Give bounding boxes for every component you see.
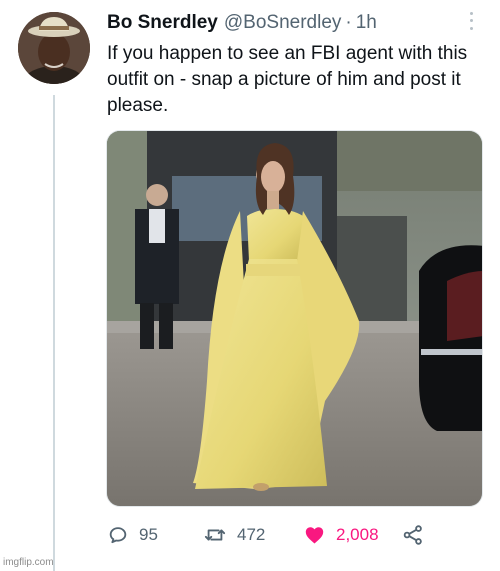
thread-line xyxy=(53,95,55,571)
tweet-text: If you happen to see an FBI agent with t… xyxy=(107,43,468,116)
reply-button[interactable]: 95 xyxy=(107,522,158,548)
like-count: 2,008 xyxy=(336,525,379,544)
retweet-button[interactable]: 472 xyxy=(203,522,265,548)
tweet-actions: 95 472 2,008 xyxy=(107,522,437,548)
watermark: imgflip.com xyxy=(3,557,54,568)
avatar-image xyxy=(18,12,90,84)
heart-icon xyxy=(305,527,324,544)
retweet-count: 472 xyxy=(237,525,266,544)
tweet-photo[interactable] xyxy=(106,130,483,507)
like-button[interactable]: 2,008 xyxy=(303,522,379,548)
user-handle[interactable]: @BoSnerdley xyxy=(224,12,342,34)
avatar[interactable] xyxy=(18,12,90,84)
reply-count: 95 xyxy=(139,525,158,544)
retweet-icon xyxy=(204,529,226,541)
share-button[interactable] xyxy=(401,522,425,548)
display-name[interactable]: Bo Snerdley xyxy=(107,12,218,34)
share-icon xyxy=(403,525,422,545)
more-icon[interactable] xyxy=(464,10,478,32)
reply-icon xyxy=(109,527,127,544)
photo-image xyxy=(107,131,482,506)
tweet-header: Bo Snerdley @BoSnerdley · 1h xyxy=(107,12,377,36)
separator-dot: · xyxy=(345,12,352,33)
timestamp[interactable]: 1h xyxy=(356,12,377,34)
